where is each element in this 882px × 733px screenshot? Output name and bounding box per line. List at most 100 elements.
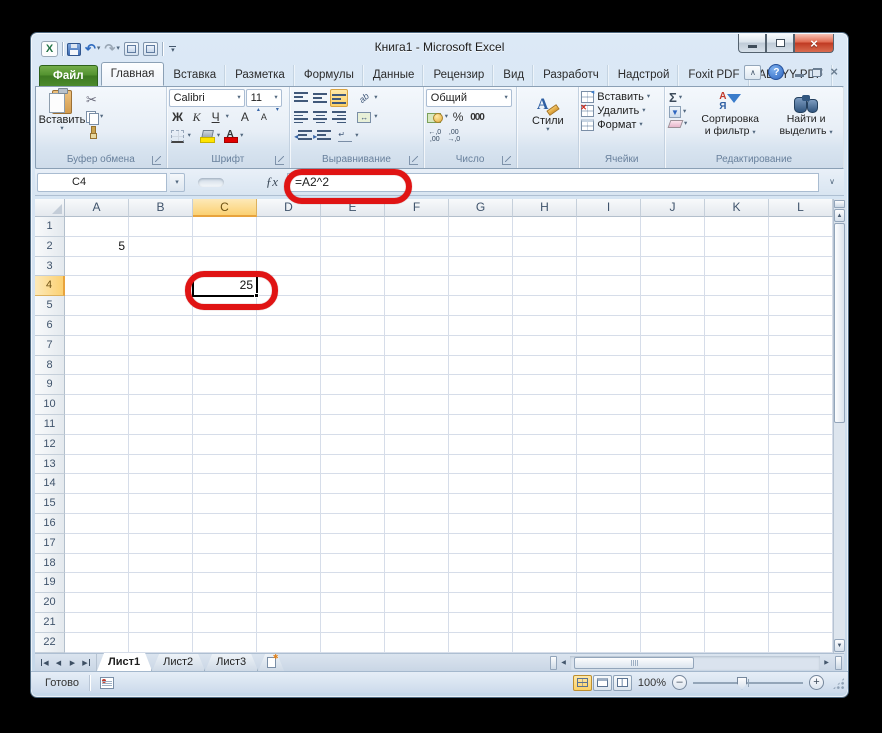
font-color-button[interactable]: А (221, 127, 239, 145)
currency-format-button[interactable] (426, 108, 444, 126)
cell-C7[interactable] (193, 335, 257, 356)
cell-J5[interactable] (641, 296, 705, 316)
font-dialog-launcher-icon[interactable] (275, 156, 285, 165)
insert-function-icon[interactable]: ƒx (266, 174, 278, 190)
cell-C22[interactable] (193, 632, 257, 653)
borders-button[interactable] (169, 127, 187, 145)
cell-C9[interactable] (193, 375, 257, 396)
cell-K18[interactable] (705, 553, 769, 574)
cell-A15[interactable] (65, 494, 129, 514)
cell-J8[interactable] (641, 355, 705, 376)
cell-B15[interactable] (129, 494, 193, 514)
cell-H10[interactable] (513, 395, 577, 415)
cell-D2[interactable] (257, 236, 321, 257)
cell-B11[interactable] (129, 414, 193, 435)
row-header-5[interactable]: 5 (35, 296, 65, 316)
cell-K3[interactable] (705, 256, 769, 277)
cell-E12[interactable] (321, 434, 385, 455)
cell-H19[interactable] (513, 573, 577, 594)
cell-H7[interactable] (513, 335, 577, 356)
align-middle-button[interactable] (311, 89, 329, 107)
cell-E8[interactable] (321, 355, 385, 376)
row-header-6[interactable]: 6 (35, 315, 65, 336)
increase-decimal-button[interactable]: ←,0,00 (426, 127, 444, 145)
tab-split-handle-right[interactable] (835, 655, 842, 670)
page-break-view-button[interactable] (612, 674, 632, 691)
cell-G6[interactable] (449, 315, 513, 336)
cell-D8[interactable] (257, 355, 321, 376)
cell-I19[interactable] (577, 573, 641, 594)
ribbon-tab-Формулы[interactable]: Формулы (295, 65, 364, 86)
row-header-13[interactable]: 13 (35, 454, 65, 475)
row-header-12[interactable]: 12 (35, 434, 65, 455)
sheet-tab-Лист2[interactable]: Лист2 (152, 654, 205, 671)
vertical-scrollbar[interactable]: ▲ ▼ (833, 199, 845, 653)
sheet-tab-Лист3[interactable]: Лист3 (205, 654, 258, 671)
cell-E16[interactable] (321, 513, 385, 534)
cell-L18[interactable] (769, 553, 833, 574)
cell-K14[interactable] (705, 474, 769, 495)
normal-view-button[interactable] (572, 674, 592, 691)
cell-J6[interactable] (641, 315, 705, 336)
ribbon-tab-Разработч[interactable]: Разработч (534, 65, 609, 86)
cell-E9[interactable] (321, 375, 385, 396)
cell-B21[interactable] (129, 612, 193, 633)
cell-G2[interactable] (449, 236, 513, 257)
cell-E20[interactable] (321, 593, 385, 613)
cell-C18[interactable] (193, 553, 257, 574)
cell-L17[interactable] (769, 533, 833, 554)
cell-F15[interactable] (385, 494, 449, 514)
cell-L4[interactable] (769, 276, 833, 297)
grow-font-button[interactable]: А ▴ (236, 107, 260, 126)
cell-C2[interactable] (193, 236, 257, 257)
paste-button[interactable]: Вставить ▾ (38, 88, 86, 153)
cell-D21[interactable] (257, 612, 321, 633)
cell-B20[interactable] (129, 593, 193, 613)
italic-button[interactable]: К (188, 108, 206, 126)
cell-I10[interactable] (577, 395, 641, 415)
cell-I13[interactable] (577, 454, 641, 475)
cell-C19[interactable] (193, 573, 257, 594)
zoom-level-label[interactable]: 100% (638, 677, 666, 689)
cell-K7[interactable] (705, 335, 769, 356)
wrap-text-button[interactable]: ↵ (336, 127, 354, 145)
sort-filter-button[interactable]: АЯ Сортировка и фильтр ▾ (689, 89, 771, 153)
bold-button[interactable]: Ж (169, 108, 187, 126)
autosum-button[interactable]: Σ ▾ (669, 91, 687, 104)
cell-D22[interactable] (257, 632, 321, 653)
cell-G10[interactable] (449, 395, 513, 415)
cell-H14[interactable] (513, 474, 577, 495)
cell-A20[interactable] (65, 593, 129, 613)
next-sheet-button[interactable]: ▶ (66, 659, 79, 667)
cell-F16[interactable] (385, 513, 449, 534)
cell-G13[interactable] (449, 454, 513, 475)
cell-I18[interactable] (577, 553, 641, 574)
cell-A17[interactable] (65, 533, 129, 554)
cell-G4[interactable] (449, 276, 513, 297)
cell-J17[interactable] (641, 533, 705, 554)
horizontal-scrollbar[interactable]: ◀ ▶ (548, 654, 844, 671)
cell-I7[interactable] (577, 335, 641, 356)
cell-F5[interactable] (385, 296, 449, 316)
cell-K12[interactable] (705, 434, 769, 455)
copy-icon[interactable] (86, 111, 99, 125)
cell-F22[interactable] (385, 632, 449, 653)
cell-D6[interactable] (257, 315, 321, 336)
underline-button[interactable]: Ч (207, 108, 225, 126)
cell-F10[interactable] (385, 395, 449, 415)
cell-D19[interactable] (257, 573, 321, 594)
row-header-21[interactable]: 21 (35, 612, 65, 633)
cell-K11[interactable] (705, 414, 769, 435)
column-header-B[interactable]: B (129, 199, 193, 217)
cell-H20[interactable] (513, 593, 577, 613)
ribbon-tab-Вставка[interactable]: Вставка (164, 65, 227, 86)
format-cells-button[interactable]: Формат ▾ (581, 119, 662, 131)
cell-B16[interactable] (129, 513, 193, 534)
cell-B3[interactable] (129, 256, 193, 277)
cell-G11[interactable] (449, 414, 513, 435)
cell-J1[interactable] (641, 217, 705, 237)
cell-L7[interactable] (769, 335, 833, 356)
font-name-select[interactable]: Calibri ▾ (168, 89, 245, 107)
cell-J14[interactable] (641, 474, 705, 495)
cell-E3[interactable] (321, 256, 385, 277)
